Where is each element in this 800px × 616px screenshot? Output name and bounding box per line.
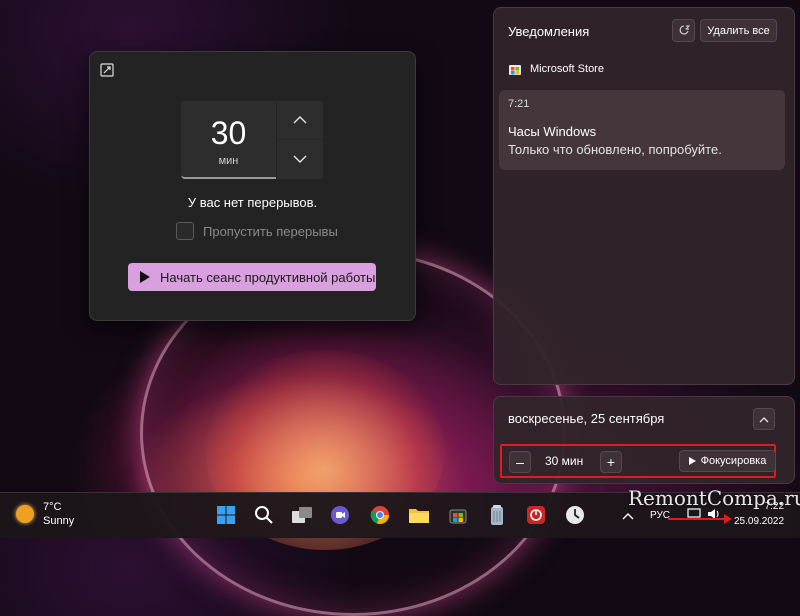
task-view-icon[interactable] <box>289 502 315 528</box>
calendar-date: воскресенье, 25 сентября <box>508 411 665 426</box>
notification-app-name: Microsoft Store <box>530 63 604 75</box>
teams-chat-icon[interactable] <box>327 502 353 528</box>
app-icon[interactable] <box>523 502 549 528</box>
focus-session-widget: 30 мин У вас нет перерывов. Пропустить п… <box>89 51 416 321</box>
clock-app-icon[interactable] <box>562 502 588 528</box>
timer-value: 30 <box>210 115 247 151</box>
annotation-arrow <box>668 514 732 524</box>
microsoft-store-icon <box>508 62 522 76</box>
decrease-focus-button[interactable]: – <box>509 451 531 473</box>
notification-center: Уведомления Удалить все Microsoft Store … <box>493 7 795 385</box>
increase-time-button[interactable] <box>277 101 323 140</box>
bell-snooze-icon <box>679 24 690 35</box>
skip-breaks-checkbox[interactable] <box>176 222 194 240</box>
chevron-up-icon <box>293 116 307 124</box>
weather-widget[interactable]: 7°C Sunny <box>16 500 74 528</box>
expand-icon[interactable] <box>99 62 115 78</box>
watermark: RemontCompa.ru <box>628 486 800 510</box>
notification-card[interactable]: 7:21 Часы Windows Только что обновлено, … <box>499 90 785 170</box>
skip-breaks-label: Пропустить перерывы <box>203 223 338 239</box>
file-explorer-icon[interactable] <box>406 502 432 528</box>
calendar-panel: воскресенье, 25 сентября – 30 мин + Фоку… <box>493 396 795 484</box>
do-not-disturb-button[interactable] <box>672 19 695 42</box>
clock-date: 25.09.2022 <box>734 516 785 527</box>
windows-start-icon[interactable] <box>213 502 239 528</box>
timer-display[interactable]: 30 мин <box>181 101 276 179</box>
start-focus-session-button[interactable]: Начать сеанс продуктивной работы <box>128 263 376 291</box>
increase-focus-button[interactable]: + <box>600 451 622 473</box>
chrome-icon[interactable] <box>367 502 393 528</box>
notifications-title: Уведомления <box>508 24 590 39</box>
start-focus-button[interactable]: Фокусировка <box>679 450 776 472</box>
decrease-time-button[interactable] <box>277 140 323 178</box>
focus-duration: 30 мин <box>545 454 584 468</box>
weather-desc: Sunny <box>43 515 75 527</box>
notification-time: 7:21 <box>508 98 530 110</box>
store-icon[interactable] <box>445 502 471 528</box>
sun-icon <box>16 505 34 523</box>
start-focus-label: Начать сеанс продуктивной работы <box>160 269 376 285</box>
notification-title: Часы Windows <box>508 124 597 139</box>
weather-temp: 7°C <box>43 501 62 513</box>
search-icon[interactable] <box>251 502 277 528</box>
recycle-icon[interactable] <box>484 502 510 528</box>
chevron-down-icon <box>293 155 307 163</box>
breaks-info: У вас нет перерывов. <box>187 195 318 210</box>
focus-controls-highlight: – 30 мин + Фокусировка <box>500 444 776 478</box>
timer-arrows <box>277 101 323 179</box>
skip-breaks-row[interactable]: Пропустить перерывы <box>176 222 338 240</box>
collapse-calendar-button[interactable] <box>753 408 775 430</box>
play-icon <box>140 271 150 283</box>
timer-unit: мин <box>218 155 239 167</box>
focus-timer: 30 мин <box>181 101 323 179</box>
weather-text: 7°C Sunny <box>43 500 74 528</box>
notification-app-header: Microsoft Store <box>508 62 604 76</box>
notification-body: Только что обновлено, попробуйте. <box>508 142 722 157</box>
chevron-up-icon <box>759 416 769 422</box>
clear-all-button[interactable]: Удалить все <box>700 19 777 42</box>
play-icon <box>688 457 696 465</box>
focus-button-label: Фокусировка <box>700 455 767 467</box>
